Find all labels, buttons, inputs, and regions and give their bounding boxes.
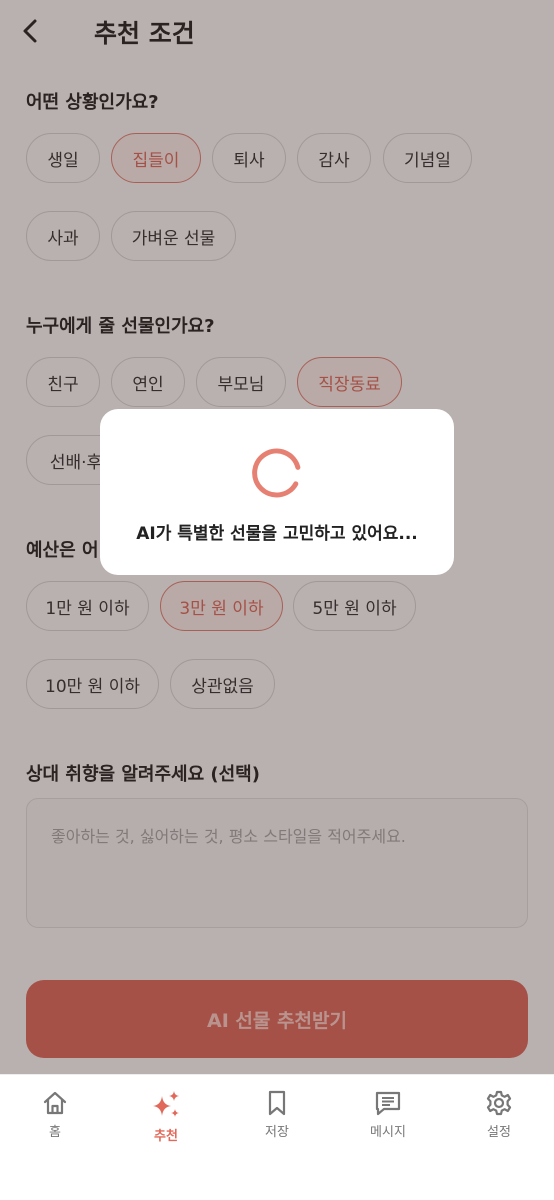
message-icon [375,1091,401,1116]
loading-message: AI가 특별한 선물을 고민하고 있어요... [136,524,418,544]
nav-item-settings[interactable]: 설정 [459,1089,539,1149]
nav-label-recommend: 추천 [154,1129,178,1144]
nav-item-saved[interactable]: 저장 [237,1089,317,1149]
settings-icon [486,1090,512,1116]
nav-item-messages[interactable]: 메시지 [348,1089,428,1149]
nav-item-recommend[interactable]: 추천 [126,1089,206,1149]
nav-label-saved: 저장 [265,1125,289,1140]
home-icon [43,1091,67,1115]
recommend-conditions-screen: 추천 조건 어떤 상황인가요? 생일 집들이 퇴사 감사 기념일 사과 가벼운 … [0,0,554,1200]
bottom-nav: 홈 추천 저장 메시지 설정 [0,1074,554,1200]
nav-label-settings: 설정 [487,1125,511,1140]
bookmark-icon [268,1090,286,1116]
nav-item-home[interactable]: 홈 [15,1089,95,1149]
loading-dialog: AI가 특별한 선물을 고민하고 있어요... [100,409,454,575]
sparkle-icon [153,1091,179,1117]
nav-label-home: 홈 [49,1125,61,1140]
loading-spinner-icon [252,448,301,498]
nav-label-messages: 메시지 [370,1125,406,1140]
